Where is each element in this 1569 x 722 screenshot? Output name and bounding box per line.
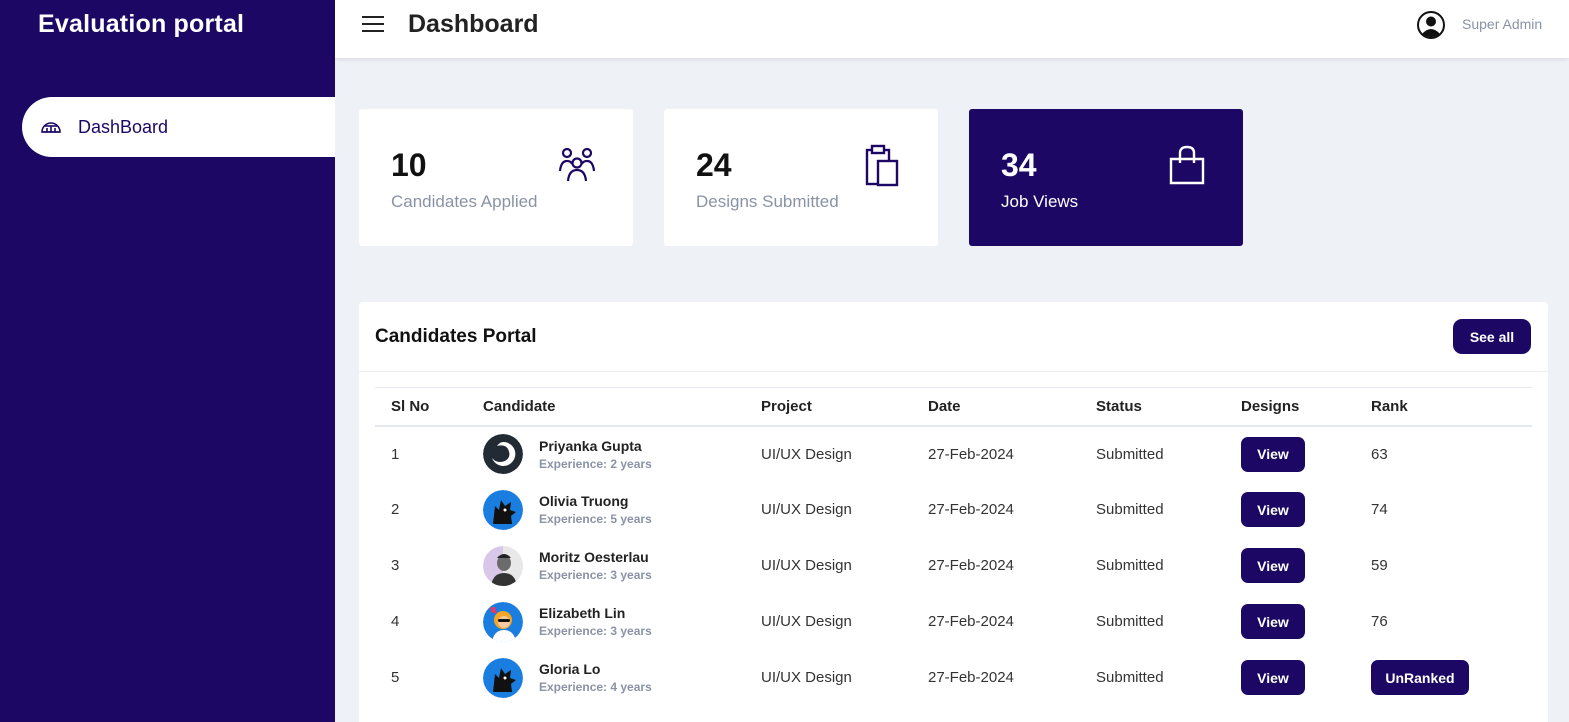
candidates-table: Sl No Candidate Project Date Status Desi… — [375, 387, 1532, 706]
date: 27-Feb-2024 — [928, 557, 1014, 574]
project: UI/UX Design — [761, 501, 852, 518]
clipboard-icon — [865, 144, 899, 187]
stat-card-candidates[interactable]: 10 Candidates Applied — [359, 109, 633, 246]
table-row: 1 Priyanka Gupta Experience: 2 years UI/… — [375, 426, 1532, 482]
view-design-button[interactable]: View — [1241, 436, 1305, 472]
avatar — [483, 657, 523, 698]
menu-icon[interactable] — [362, 13, 384, 33]
unranked-button[interactable]: UnRanked — [1371, 660, 1469, 695]
status: Submitted — [1096, 501, 1164, 518]
candidate-name: Priyanka Gupta — [539, 437, 642, 454]
candidates-panel: Candidates Portal See all Sl No Candidat… — [359, 302, 1548, 722]
table-row: 3 Moritz Oesterlau Experience: 3 years U… — [375, 538, 1532, 594]
column-header: Rank — [1371, 397, 1408, 415]
date: 27-Feb-2024 — [928, 445, 1014, 463]
designs-cell: View — [1225, 538, 1355, 594]
status: Submitted — [1096, 669, 1164, 686]
stat-label: Candidates Applied — [391, 192, 538, 211]
stat-value: 34 — [1001, 147, 1037, 183]
column-header: Candidate — [483, 397, 556, 415]
stat-label: Job Views — [1001, 192, 1079, 211]
dashboard-icon — [40, 116, 62, 138]
project: UI/UX Design — [761, 445, 852, 463]
divider — [359, 371, 1548, 372]
user-avatar-icon[interactable] — [1416, 10, 1446, 40]
rank: 63 — [1371, 445, 1388, 463]
brand-title: Evaluation portal — [38, 10, 245, 38]
rank-cell: UnRanked — [1355, 650, 1532, 706]
project: UI/UX Design — [761, 613, 852, 630]
avatar — [483, 545, 523, 586]
rank: 76 — [1371, 613, 1388, 630]
candidate-name: Olivia Truong — [539, 493, 629, 509]
project: UI/UX Design — [761, 669, 852, 686]
view-design-button[interactable]: View — [1241, 660, 1305, 695]
table-header-row: Sl No Candidate Project Date Status Desi… — [375, 387, 1532, 426]
column-header: Project — [761, 397, 812, 415]
avatar — [483, 601, 523, 642]
page-title: Dashboard — [408, 10, 539, 38]
avatar — [483, 434, 523, 474]
candidate-experience: Experience: 4 years — [539, 680, 652, 694]
see-all-button[interactable]: See all — [1453, 319, 1531, 354]
top-bar: Dashboard Super Admin — [335, 0, 1569, 58]
status: Submitted — [1096, 557, 1164, 574]
panel-title: Candidates Portal — [375, 326, 537, 347]
sl-no: 5 — [391, 669, 400, 686]
rank: 74 — [1371, 501, 1388, 518]
user-name[interactable]: Super Admin — [1462, 16, 1542, 32]
stat-label: Designs Submitted — [696, 192, 839, 211]
users-group-icon — [558, 147, 596, 182]
sl-no: 2 — [391, 501, 400, 518]
sidebar-item-dashboard[interactable]: DashBoard — [22, 97, 335, 157]
candidate-name: Gloria Lo — [539, 661, 601, 677]
avatar — [483, 489, 523, 530]
candidate-experience: Experience: 3 years — [539, 624, 652, 638]
candidate-experience: Experience: 2 years — [539, 456, 652, 471]
designs-cell: View — [1225, 426, 1355, 482]
table-row: 2 Olivia Truong Experience: 5 years UI/U… — [375, 482, 1532, 538]
candidate-name: Elizabeth Lin — [539, 605, 626, 621]
table-row: 5 Gloria Lo Experience: 4 years UI/UX De… — [375, 650, 1532, 706]
date: 27-Feb-2024 — [928, 501, 1014, 518]
designs-cell: View — [1225, 482, 1355, 538]
candidate-experience: Experience: 5 years — [539, 512, 652, 526]
candidate-cell: Gloria Lo Experience: 4 years — [467, 650, 745, 706]
stat-card-job-views[interactable]: 34 Job Views — [969, 109, 1243, 246]
column-header: Status — [1096, 397, 1142, 415]
candidate-cell: Priyanka Gupta Experience: 2 years — [467, 426, 745, 482]
candidate-cell: Elizabeth Lin Experience: 3 years — [467, 594, 745, 650]
designs-cell: View — [1225, 650, 1355, 706]
column-header: Sl No — [391, 397, 430, 415]
candidate-experience: Experience: 3 years — [539, 568, 652, 582]
stat-value: 24 — [696, 147, 732, 183]
project: UI/UX Design — [761, 557, 852, 574]
sl-no: 1 — [391, 445, 400, 463]
stat-value: 10 — [391, 147, 427, 183]
status: Submitted — [1096, 613, 1164, 630]
candidate-cell: Moritz Oesterlau Experience: 3 years — [467, 538, 745, 594]
sl-no: 3 — [391, 557, 400, 574]
date: 27-Feb-2024 — [928, 613, 1014, 630]
column-header: Date — [928, 397, 961, 415]
candidate-name: Moritz Oesterlau — [539, 549, 649, 565]
sidebar-item-label: DashBoard — [78, 116, 169, 137]
date: 27-Feb-2024 — [928, 669, 1014, 686]
table-row: 4 Elizabeth Lin Experience: 3 years UI/U… — [375, 594, 1532, 650]
sl-no: 4 — [391, 613, 400, 630]
column-header: Designs — [1241, 397, 1300, 415]
sidebar: Evaluation portal DashBoard — [0, 0, 335, 722]
view-design-button[interactable]: View — [1241, 492, 1305, 527]
rank: 59 — [1371, 557, 1388, 574]
designs-cell: View — [1225, 594, 1355, 650]
stat-card-designs[interactable]: 24 Designs Submitted — [664, 109, 938, 246]
view-design-button[interactable]: View — [1241, 548, 1305, 583]
candidate-cell: Olivia Truong Experience: 5 years — [467, 482, 745, 538]
shopping-bag-icon — [1169, 145, 1205, 185]
view-design-button[interactable]: View — [1241, 604, 1305, 639]
status: Submitted — [1096, 445, 1164, 463]
